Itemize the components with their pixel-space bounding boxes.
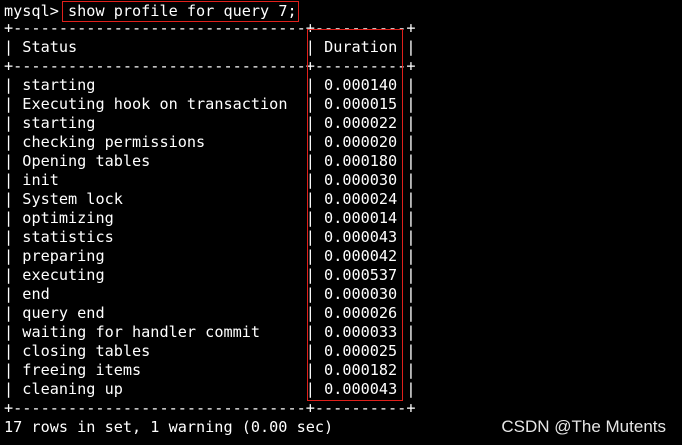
table-pad: | bbox=[95, 114, 325, 132]
table-pipe: | bbox=[4, 285, 23, 303]
status-cell: executing bbox=[22, 266, 105, 284]
watermark: CSDN @The Mutents bbox=[501, 417, 666, 436]
table-pipe: | bbox=[4, 171, 23, 189]
table-pipe: | bbox=[4, 114, 23, 132]
status-cell: cleaning up bbox=[22, 380, 123, 398]
table-pipe: | bbox=[4, 361, 23, 379]
status-cell: freeing items bbox=[22, 361, 142, 379]
table-pipe: | bbox=[4, 95, 23, 113]
table-pipe: | bbox=[4, 133, 23, 151]
status-cell: init bbox=[22, 171, 59, 189]
table-pad: | bbox=[104, 266, 325, 284]
table-pad: | bbox=[104, 247, 325, 265]
table-pad: | bbox=[95, 76, 325, 94]
status-cell: System lock bbox=[22, 190, 123, 208]
status-cell: closing tables bbox=[22, 342, 151, 360]
table-pipe: | bbox=[4, 380, 23, 398]
status-cell: preparing bbox=[22, 247, 105, 265]
table-pad: | bbox=[141, 361, 325, 379]
table-pipe: | bbox=[4, 304, 23, 322]
status-cell: starting bbox=[22, 114, 96, 132]
table-pad: | bbox=[58, 171, 325, 189]
status-cell: statistics bbox=[22, 228, 114, 246]
table-pad: | bbox=[77, 38, 325, 56]
table-pad: | bbox=[150, 342, 325, 360]
status-cell: Executing hook on transaction bbox=[22, 95, 288, 113]
table-pipe: | bbox=[4, 323, 23, 341]
table-pad: | bbox=[122, 380, 325, 398]
table-pad: | bbox=[113, 228, 325, 246]
table-pipe: | bbox=[4, 190, 23, 208]
status-cell: starting bbox=[22, 76, 96, 94]
table-pipe: | bbox=[4, 209, 23, 227]
status-cell: end bbox=[22, 285, 50, 303]
table-pipe: | bbox=[4, 247, 23, 265]
table-border-bottom: +--------------------------------+------… bbox=[4, 399, 416, 417]
status-cell: waiting for handler commit bbox=[22, 323, 261, 341]
table-pipe: | bbox=[4, 152, 23, 170]
table-pipe: | bbox=[4, 342, 23, 360]
table-pad: | bbox=[113, 209, 325, 227]
table-pipe: | bbox=[4, 38, 23, 56]
table-pad: | bbox=[104, 304, 325, 322]
status-cell: checking permissions bbox=[22, 133, 206, 151]
table-pad: | bbox=[122, 190, 325, 208]
result-summary: 17 rows in set, 1 warning (0.00 sec) bbox=[4, 418, 334, 436]
duration-column-highlight-box bbox=[307, 29, 403, 401]
command-highlight-box bbox=[62, 1, 299, 22]
table-pad: | bbox=[150, 152, 325, 170]
status-cell: optimizing bbox=[22, 209, 114, 227]
table-pipe: | bbox=[4, 266, 23, 284]
table-pipe: | bbox=[4, 228, 23, 246]
status-column-header: Status bbox=[22, 38, 78, 56]
table-pad: | bbox=[49, 285, 325, 303]
table-pipe: | bbox=[4, 76, 23, 94]
mysql-prompt: mysql> bbox=[4, 2, 69, 20]
status-cell: query end bbox=[22, 304, 105, 322]
status-cell: Opening tables bbox=[22, 152, 151, 170]
